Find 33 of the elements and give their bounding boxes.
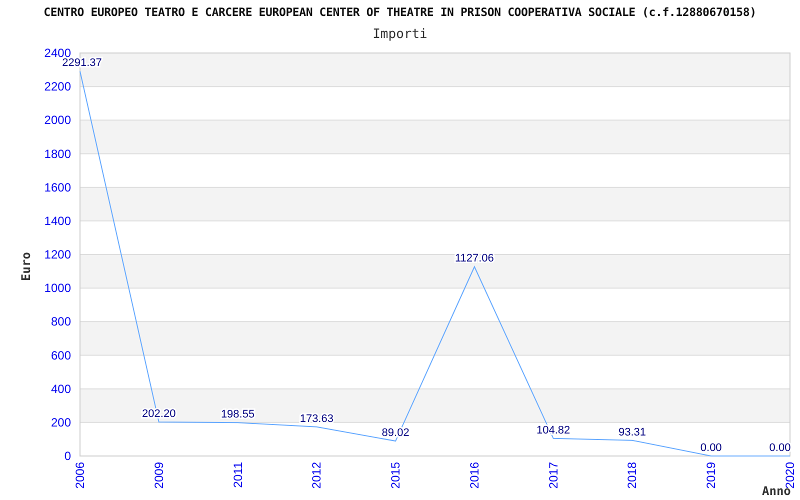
y-tick-label: 600 bbox=[50, 348, 71, 362]
x-tick-label: 2020 bbox=[783, 462, 797, 489]
data-label: 2291.37 bbox=[62, 57, 102, 70]
data-label: 173.63 bbox=[300, 412, 334, 425]
x-tick-label: 2019 bbox=[704, 462, 718, 489]
x-tick-label: 2009 bbox=[152, 462, 166, 489]
y-tick-label: 2000 bbox=[44, 113, 71, 128]
y-tick-label: 2200 bbox=[44, 80, 71, 94]
y-tick-label: 2400 bbox=[44, 46, 71, 60]
chart-subtitle: Importi bbox=[372, 26, 428, 42]
y-tick-label: 800 bbox=[50, 314, 71, 329]
data-label: 198.55 bbox=[220, 408, 255, 421]
x-tick-label: 2017 bbox=[546, 462, 560, 489]
x-tick-label: 2012 bbox=[310, 462, 324, 489]
y-tick-label: 1600 bbox=[44, 180, 71, 194]
y-tick-label: 0 bbox=[64, 449, 71, 463]
data-label: 0.00 bbox=[700, 442, 722, 454]
y-tick-label: 200 bbox=[50, 415, 71, 430]
x-tick-label: 2011 bbox=[230, 462, 245, 488]
data-label: 1127.06 bbox=[454, 252, 494, 265]
y-tick-label: 1800 bbox=[44, 146, 71, 161]
data-label: 0.00 bbox=[769, 442, 791, 454]
y-axis-title: Euro bbox=[19, 252, 33, 281]
y-tick-label: 1200 bbox=[44, 248, 71, 262]
x-tick-label: 2016 bbox=[467, 462, 482, 489]
y-tick-label: 1400 bbox=[44, 214, 71, 228]
y-tick-label: 400 bbox=[50, 382, 71, 396]
chart-title: CENTRO EUROPEO TEATRO E CARCERE EUROPEAN CENTER OF THEATRE IN PRISON COOPERATIVA SOCIALE (c.f.12880670158) bbox=[44, 5, 756, 19]
x-tick-label: 2015 bbox=[388, 462, 403, 489]
data-label: 93.31 bbox=[618, 426, 646, 438]
x-tick-label: 2006 bbox=[73, 462, 87, 489]
y-tick-label: 1000 bbox=[44, 281, 71, 296]
x-tick-label: 2018 bbox=[625, 462, 640, 489]
